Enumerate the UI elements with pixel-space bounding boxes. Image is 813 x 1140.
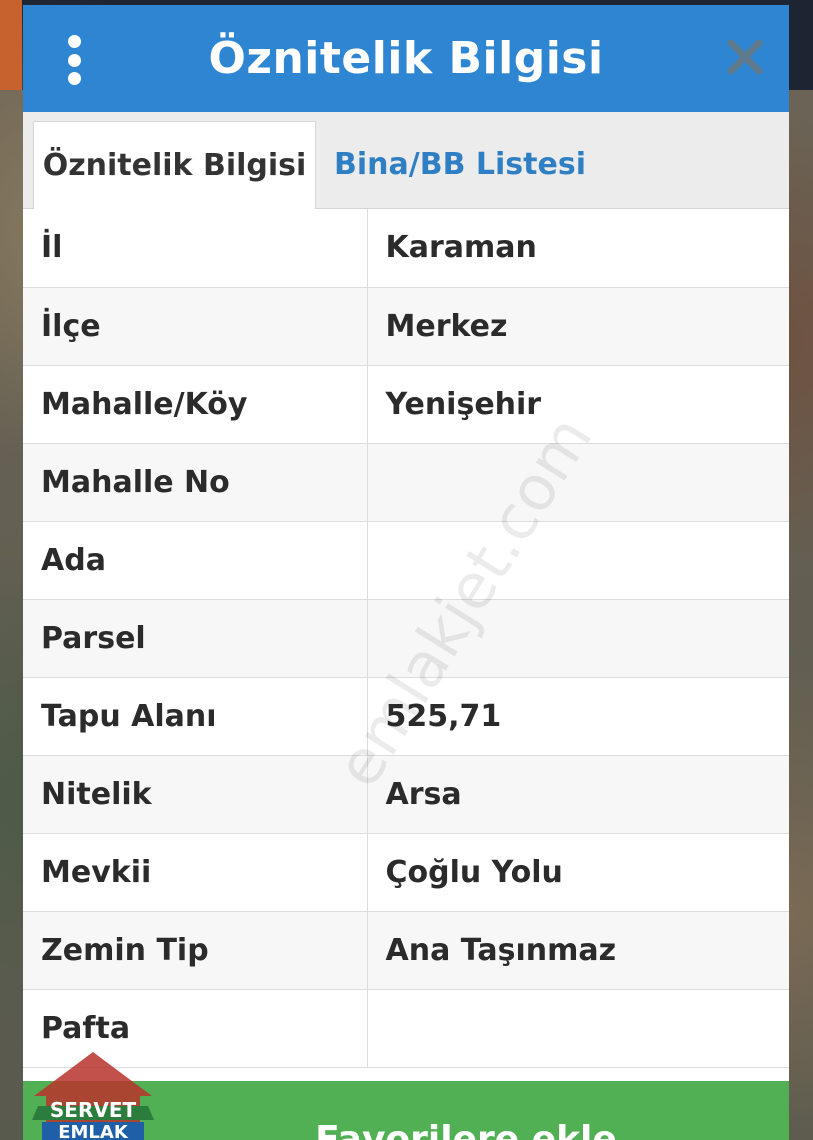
attribute-info-dialog: Öznitelik Bilgisi Öznitelik Bilgisi Bina… [23, 5, 789, 1140]
attribute-value: Yenişehir [367, 365, 789, 444]
tab-building-list[interactable]: Bina/BB Listesi [316, 120, 604, 208]
logo-line1: SERVET [50, 1098, 137, 1122]
table-row: İlçe Merkez [23, 287, 789, 366]
attribute-key: Tapu Alanı [23, 677, 368, 756]
dialog-title: Öznitelik Bilgisi [208, 33, 604, 84]
attribute-table: İl Karaman İlçe Merkez Mahalle/Köy Yenişehir M… [23, 209, 789, 1068]
attribute-key: Mevkii [23, 833, 368, 912]
attribute-key: Ada [23, 521, 368, 600]
attribute-key: İl [23, 209, 368, 288]
attribute-value [367, 521, 789, 600]
servet-emlak-logo: SERVET EMLAK [32, 1052, 154, 1140]
more-options-icon[interactable] [65, 35, 83, 85]
close-icon[interactable] [727, 39, 763, 75]
attribute-value [367, 989, 789, 1068]
add-to-favorites-label: Favorilere ekle [315, 1119, 617, 1140]
table-row: Mahalle/Köy Yenişehir [23, 365, 789, 444]
attribute-value: 525,71 [367, 677, 789, 756]
attribute-key: Mahalle/Köy [23, 365, 368, 444]
attribute-value: Karaman [367, 209, 789, 288]
attribute-key: Mahalle No [23, 443, 368, 522]
attribute-key: Zemin Tip [23, 911, 368, 990]
attribute-key: Parsel [23, 599, 368, 678]
attribute-value: Çoğlu Yolu [367, 833, 789, 912]
logo-line2: EMLAK [58, 1122, 129, 1140]
tab-attribute-info[interactable]: Öznitelik Bilgisi [33, 121, 316, 209]
attribute-key: Nitelik [23, 755, 368, 834]
tab-bar: Öznitelik Bilgisi Bina/BB Listesi [23, 112, 789, 209]
table-row: Nitelik Arsa [23, 755, 789, 834]
table-row: İl Karaman [23, 209, 789, 288]
attribute-key: İlçe [23, 287, 368, 366]
attribute-value: Merkez [367, 287, 789, 366]
table-row: Mahalle No [23, 443, 789, 522]
table-row: Tapu Alanı 525,71 [23, 677, 789, 756]
attribute-value: Ana Taşınmaz [367, 911, 789, 990]
attribute-value [367, 443, 789, 522]
table-row: Parsel [23, 599, 789, 678]
attribute-value [367, 599, 789, 678]
table-row: Mevkii Çoğlu Yolu [23, 833, 789, 912]
attribute-value: Arsa [367, 755, 789, 834]
dialog-header: Öznitelik Bilgisi [23, 5, 789, 112]
table-row: Zemin Tip Ana Taşınmaz [23, 911, 789, 990]
table-row: Ada [23, 521, 789, 600]
